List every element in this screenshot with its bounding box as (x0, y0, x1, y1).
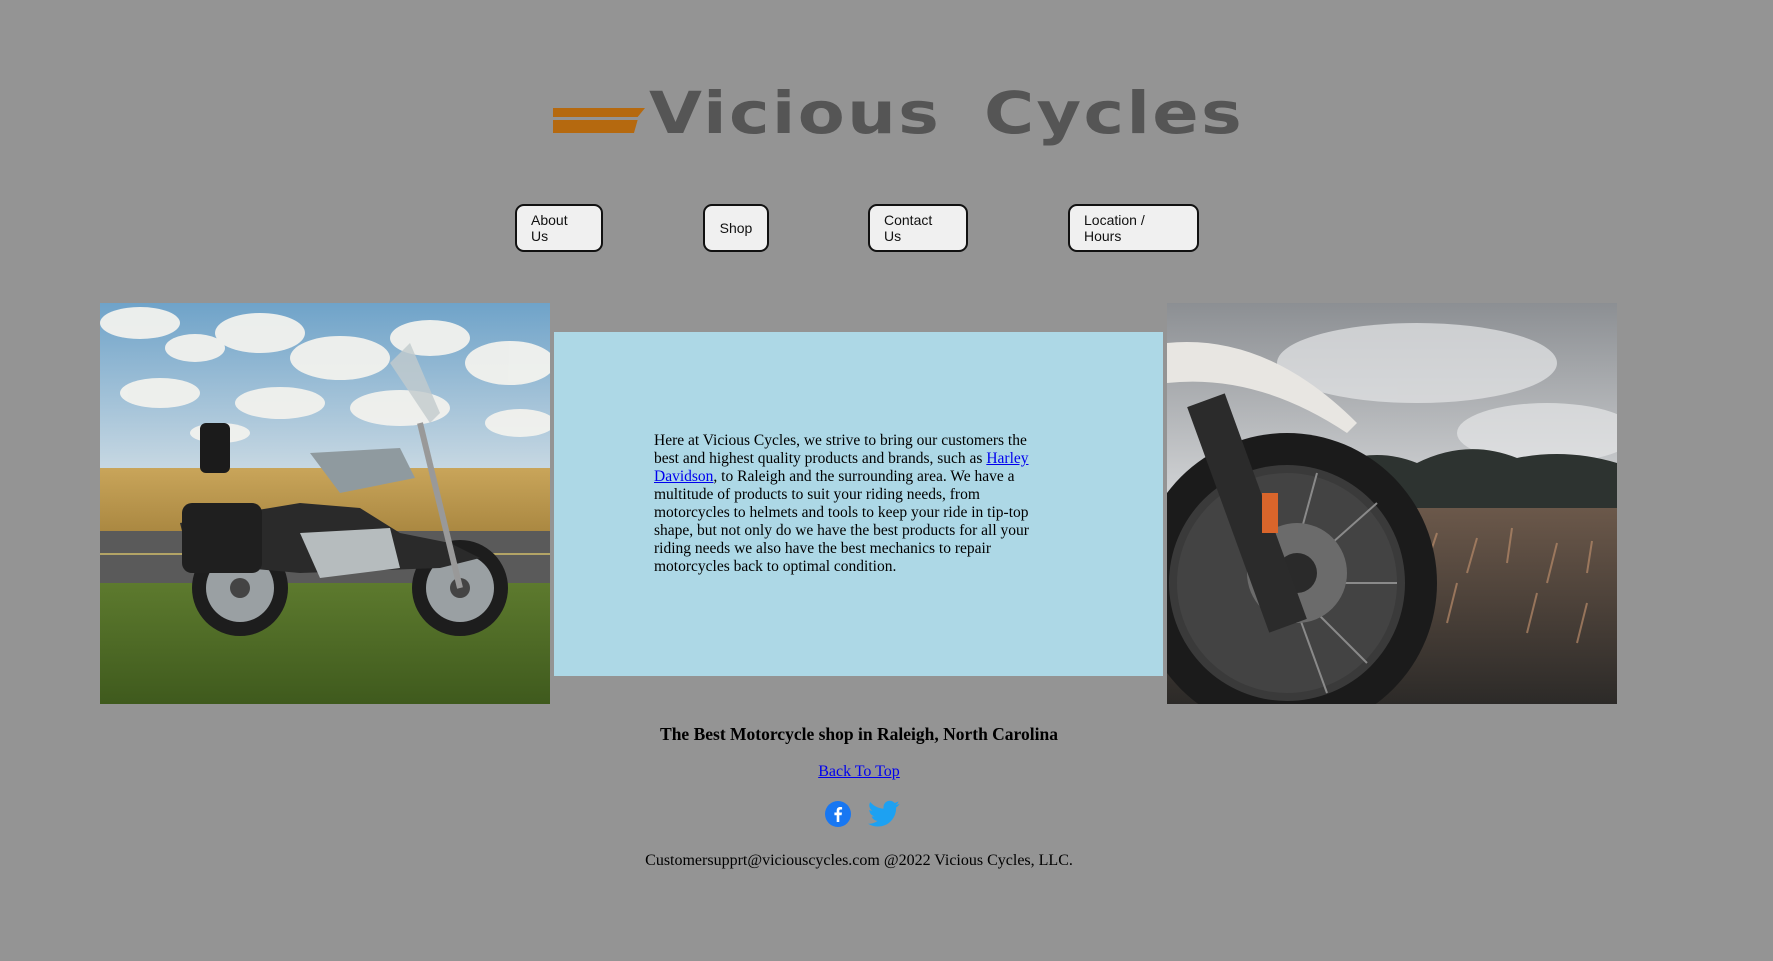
twitter-icon[interactable] (868, 800, 900, 833)
nav-about-us-button[interactable]: About Us (515, 204, 603, 252)
back-to-top-link[interactable]: Back To Top (818, 763, 900, 780)
nav-shop-button[interactable]: Shop (703, 204, 769, 252)
motorcycle-wheel-photo (1167, 303, 1617, 704)
info-panel: Here at Vicious Cycles, we strive to bri… (554, 332, 1163, 676)
nav-contact-us-button[interactable]: Contact Us (868, 204, 968, 252)
info-paragraph: Here at Vicious Cycles, we strive to bri… (654, 432, 1044, 576)
info-text-start: Here at Vicious Cycles, we strive to bri… (654, 432, 1027, 467)
logo-stripes-icon (553, 93, 645, 133)
motorcycle-cruiser-photo (100, 303, 550, 704)
brand-logo[interactable]: Vicious Cycles (553, 78, 1242, 148)
page: Vicious Cycles About Us Shop Contact Us … (0, 0, 1773, 961)
brand-name: Vicious Cycles (649, 79, 1245, 147)
back-to-top-container: Back To Top (0, 763, 1718, 781)
nav-location-hours-button[interactable]: Location / Hours (1068, 204, 1199, 252)
social-links (824, 800, 900, 833)
tagline: The Best Motorcycle shop in Raleigh, Nor… (660, 724, 1058, 744)
copyright-text: Customersupprt@viciouscycles.com @2022 V… (645, 852, 1073, 869)
facebook-icon[interactable] (824, 800, 852, 833)
